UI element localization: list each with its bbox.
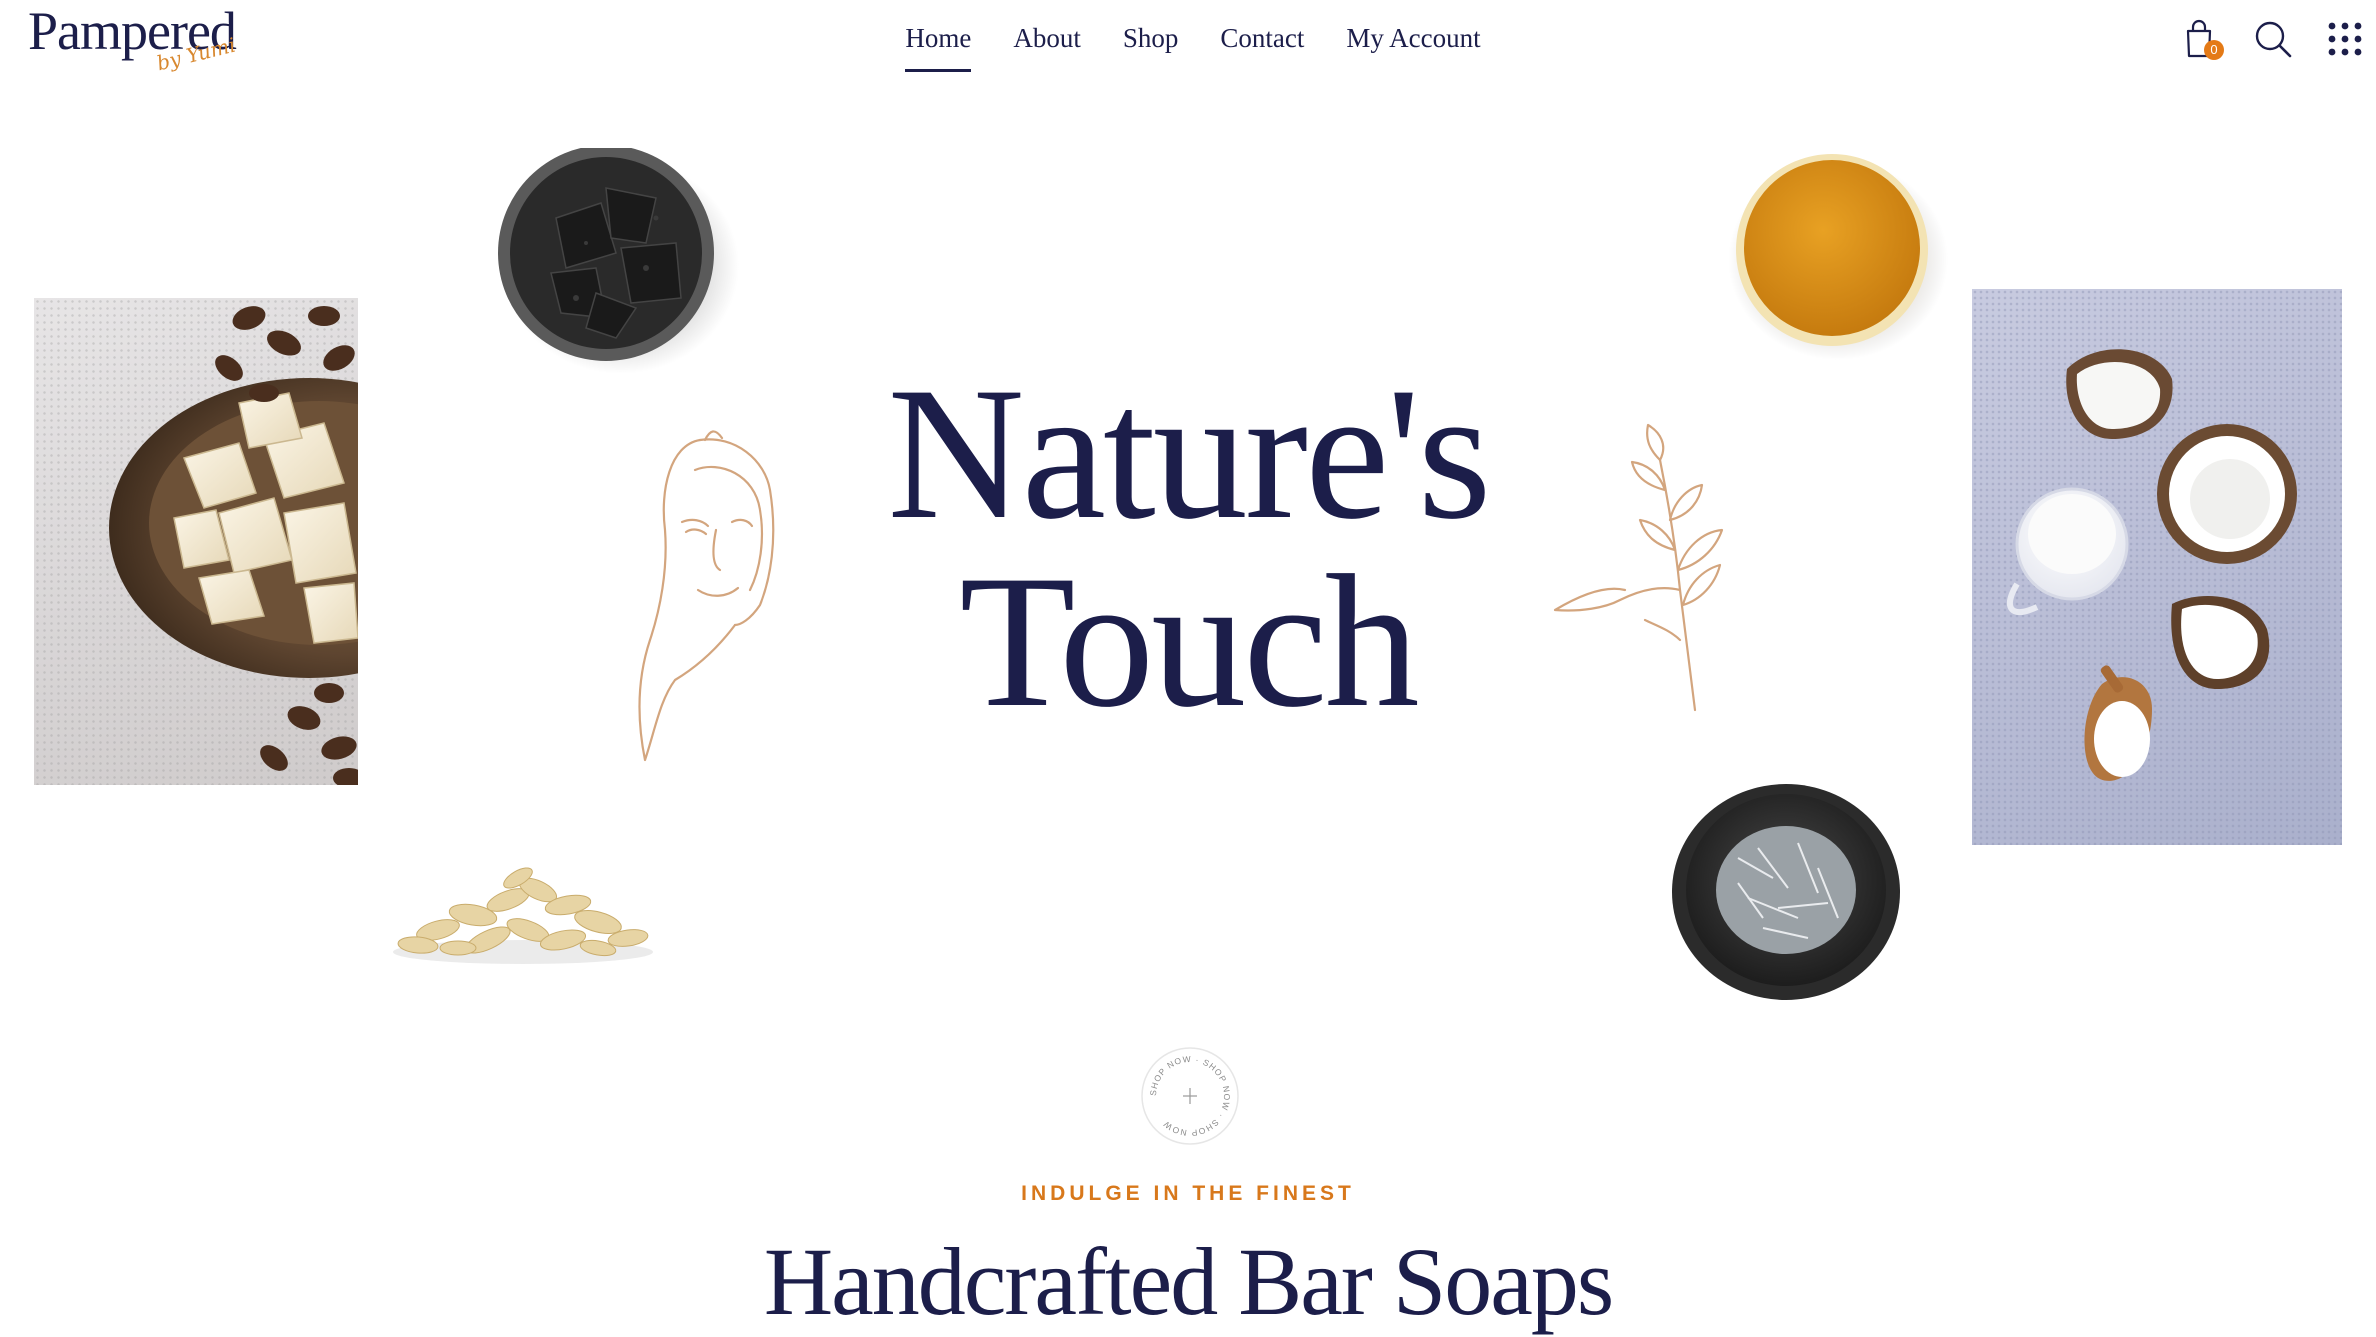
plant-line-art xyxy=(1553,423,1724,712)
coconut-milk-photo xyxy=(1972,289,2342,845)
charcoal-bowl-image xyxy=(498,148,739,374)
nav-my-account[interactable]: My Account xyxy=(1346,20,1480,64)
nav-about[interactable]: About xyxy=(1013,20,1081,64)
turmeric-bowl-image xyxy=(1728,154,1948,360)
grid-menu-button[interactable] xyxy=(2322,16,2368,62)
search-icon xyxy=(2255,21,2292,58)
grid-menu-icon xyxy=(2328,22,2362,56)
cart-button[interactable]: 0 xyxy=(2176,16,2224,62)
salt-crystals-bowl-image xyxy=(1672,784,1900,1000)
search-button[interactable] xyxy=(2250,16,2296,62)
shop-now-badge[interactable]: SHOP NOW · SHOP NOW · SHOP NOW xyxy=(1140,1046,1240,1146)
oats-pile-image xyxy=(393,867,653,964)
section-title: Handcrafted Bar Soaps xyxy=(763,1228,1614,1335)
shop-now-circle-text: SHOP NOW · SHOP NOW · SHOP NOW xyxy=(1141,1047,1239,1145)
nav-home[interactable]: Home xyxy=(905,20,971,72)
main-nav: Home About Shop Contact My Account xyxy=(0,20,2376,72)
section-tagline: INDULGE IN THE FINEST xyxy=(1021,1182,1355,1205)
nav-contact[interactable]: Contact xyxy=(1220,20,1304,64)
cart-count-badge: 0 xyxy=(2204,40,2224,60)
nav-shop[interactable]: Shop xyxy=(1123,20,1179,64)
